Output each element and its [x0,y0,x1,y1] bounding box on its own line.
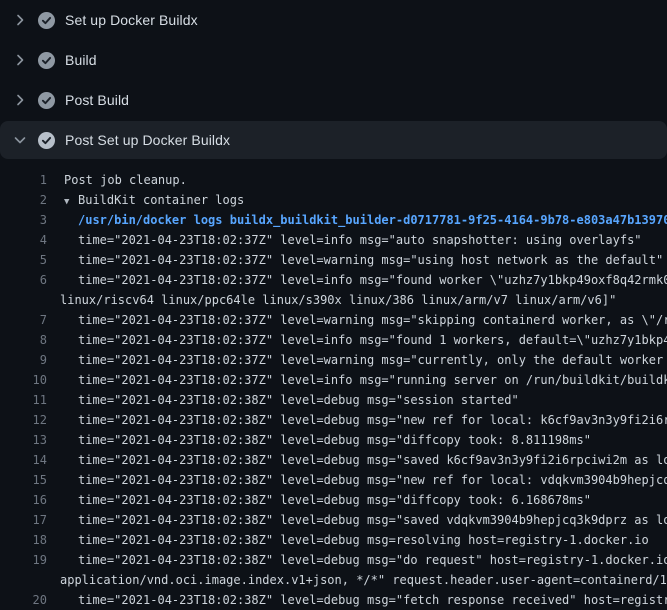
line-number[interactable]: 19 [0,550,47,570]
log-line: 14time="2021-04-23T18:02:38Z" level=debu… [0,450,667,470]
log-line-continuation: application/vnd.oci.image.index.v1+json,… [0,570,667,590]
log-text: time="2021-04-23T18:02:37Z" level=info m… [47,370,667,390]
line-number[interactable]: 1 [0,170,47,190]
log-text: time="2021-04-23T18:02:37Z" level=warnin… [47,250,663,270]
log-line: 1Post job cleanup. [0,170,667,190]
check-circle-icon [38,52,55,69]
line-number[interactable]: 6 [0,270,47,290]
step-label: Build [65,52,97,68]
chevron-down-icon [12,132,28,148]
line-number[interactable]: 4 [0,230,47,250]
step-header-post-set-up-docker-buildx[interactable]: Post Set up Docker Buildx [0,121,667,159]
chevron-right-icon [12,12,28,28]
chevron-right-icon [12,92,28,108]
log-text: time="2021-04-23T18:02:38Z" level=debug … [47,450,667,470]
line-number[interactable]: 5 [0,250,47,270]
log-line: 4time="2021-04-23T18:02:37Z" level=info … [0,230,667,250]
step-header-post-build[interactable]: Post Build [0,80,667,120]
check-circle-icon [38,132,55,149]
line-number[interactable]: 11 [0,390,47,410]
line-number[interactable]: 10 [0,370,47,390]
line-number[interactable]: 7 [0,310,47,330]
check-circle-icon [38,92,55,109]
step-header-build[interactable]: Build [0,40,667,80]
step-header-set-up-docker-buildx[interactable]: Set up Docker Buildx [0,0,667,40]
log-line: 7time="2021-04-23T18:02:37Z" level=warni… [0,310,667,330]
log-line: 9time="2021-04-23T18:02:37Z" level=warni… [0,350,667,370]
log-line: 2▼BuildKit container logs [0,190,667,210]
line-number[interactable]: 18 [0,530,47,550]
log-text: time="2021-04-23T18:02:38Z" level=debug … [47,390,519,410]
log-line: 18time="2021-04-23T18:02:38Z" level=debu… [0,530,667,550]
log-area: 1Post job cleanup.2▼BuildKit container l… [0,161,667,610]
log-line: 17time="2021-04-23T18:02:38Z" level=debu… [0,510,667,530]
log-text: time="2021-04-23T18:02:38Z" level=debug … [47,510,667,530]
line-number[interactable]: 16 [0,490,47,510]
log-text: time="2021-04-23T18:02:37Z" level=info m… [47,230,642,250]
log-command-text: /usr/bin/docker logs buildx_buildkit_bui… [47,210,667,230]
line-number [0,290,47,310]
log-line: 10time="2021-04-23T18:02:37Z" level=info… [0,370,667,390]
line-number[interactable]: 15 [0,470,47,490]
log-line: 3/usr/bin/docker logs buildx_buildkit_bu… [0,210,667,230]
line-number[interactable]: 2 [0,190,47,210]
check-circle-icon [38,12,55,29]
log-text: application/vnd.oci.image.index.v1+json,… [47,570,667,590]
step-label: Post Set up Docker Buildx [65,132,230,148]
line-number[interactable]: 3 [0,210,47,230]
log-text: time="2021-04-23T18:02:38Z" level=debug … [47,410,667,430]
log-text: time="2021-04-23T18:02:38Z" level=debug … [47,590,667,610]
log-line: 12time="2021-04-23T18:02:38Z" level=debu… [0,410,667,430]
log-text: time="2021-04-23T18:02:38Z" level=debug … [47,430,591,450]
log-line-continuation: linux/riscv64 linux/ppc64le linux/s390x … [0,290,667,310]
log-line: 15time="2021-04-23T18:02:38Z" level=debu… [0,470,667,490]
log-text: Post job cleanup. [47,170,187,190]
triangle-down-icon: ▼ [64,192,78,210]
log-line: 6time="2021-04-23T18:02:37Z" level=info … [0,270,667,290]
line-number[interactable]: 12 [0,410,47,430]
log-line: 8time="2021-04-23T18:02:37Z" level=info … [0,330,667,350]
log-text: time="2021-04-23T18:02:37Z" level=info m… [47,330,667,350]
log-line: 20time="2021-04-23T18:02:38Z" level=debu… [0,590,667,610]
log-text: time="2021-04-23T18:02:38Z" level=debug … [47,470,667,490]
log-text: time="2021-04-23T18:02:37Z" level=warnin… [47,310,667,330]
log-text: time="2021-04-23T18:02:38Z" level=debug … [47,530,649,550]
line-number[interactable]: 9 [0,350,47,370]
log-line: 16time="2021-04-23T18:02:38Z" level=debu… [0,490,667,510]
log-line: 11time="2021-04-23T18:02:38Z" level=debu… [0,390,667,410]
line-number [0,570,47,590]
line-number[interactable]: 20 [0,590,47,610]
log-text: time="2021-04-23T18:02:37Z" level=warnin… [47,350,667,370]
actions-log-viewer: Set up Docker Buildx Build Post Build Post … [0,0,667,610]
steps-list: Set up Docker Buildx Build Post Build Post … [0,0,667,159]
line-number[interactable]: 8 [0,330,47,350]
log-text: time="2021-04-23T18:02:38Z" level=debug … [47,550,667,570]
log-line: 5time="2021-04-23T18:02:37Z" level=warni… [0,250,667,270]
log-line: 19time="2021-04-23T18:02:38Z" level=debu… [0,550,667,570]
chevron-right-icon [12,52,28,68]
log-text: time="2021-04-23T18:02:37Z" level=info m… [47,270,667,290]
line-number[interactable]: 17 [0,510,47,530]
line-number[interactable]: 13 [0,430,47,450]
log-text: time="2021-04-23T18:02:38Z" level=debug … [47,490,591,510]
step-label: Set up Docker Buildx [65,12,198,28]
step-label: Post Build [65,92,129,108]
log-text: linux/riscv64 linux/ppc64le linux/s390x … [47,290,616,310]
log-group-toggle[interactable]: ▼BuildKit container logs [47,190,244,210]
line-number[interactable]: 14 [0,450,47,470]
log-line: 13time="2021-04-23T18:02:38Z" level=debu… [0,430,667,450]
